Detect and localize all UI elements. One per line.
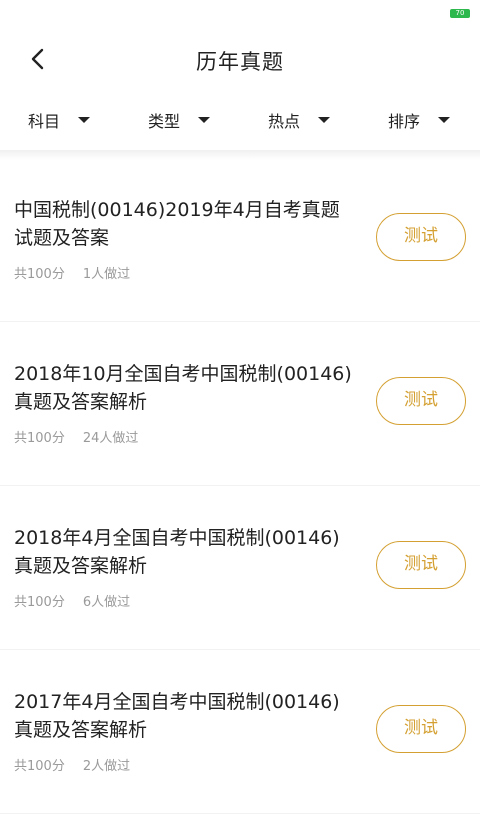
- filter-type[interactable]: 类型: [148, 108, 211, 132]
- test-button[interactable]: 测试: [376, 213, 466, 261]
- caret-down-icon: [438, 117, 451, 123]
- filter-hot[interactable]: 热点: [268, 108, 331, 132]
- caret-down-icon: [318, 117, 331, 123]
- caret-down-icon: [78, 117, 91, 123]
- item-score: 共100分: [14, 759, 65, 774]
- item-count: 24人做过: [82, 431, 139, 446]
- filter-sort-label: 排序: [388, 112, 421, 131]
- filter-subject[interactable]: 科目: [28, 108, 91, 132]
- header: 历年真题: [0, 24, 480, 94]
- item-count: 1人做过: [82, 267, 131, 282]
- filter-type-label: 类型: [148, 112, 181, 131]
- status-bar: 70: [0, 0, 480, 24]
- list-item[interactable]: 2018年10月全国自考中国税制(00146)真题及答案解析 共100分 24人做…: [0, 322, 480, 486]
- battery-icon: 70: [450, 9, 470, 18]
- page-title: 历年真题: [196, 50, 284, 74]
- item-score: 共100分: [14, 267, 65, 282]
- list-item[interactable]: 2017年4月全国自考中国税制(00146)真题及答案解析 共100分 2人做过 …: [0, 650, 480, 814]
- item-meta: 共100分 6人做过: [14, 591, 130, 610]
- filter-sort[interactable]: 排序: [388, 108, 451, 132]
- item-meta: 共100分 1人做过: [14, 263, 130, 282]
- item-title: 中国税制(00146)2019年4月自考真题试题及答案: [14, 199, 340, 249]
- list-item[interactable]: 中国税制(00146)2019年4月自考真题试题及答案 共100分 1人做过 测试: [0, 158, 480, 322]
- filter-hot-label: 热点: [268, 112, 301, 131]
- item-score: 共100分: [14, 595, 65, 610]
- test-button[interactable]: 测试: [376, 377, 466, 425]
- item-title: 2017年4月全国自考中国税制(00146)真题及答案解析: [14, 691, 340, 741]
- test-button[interactable]: 测试: [376, 541, 466, 589]
- item-count: 6人做过: [82, 595, 131, 610]
- caret-down-icon: [198, 117, 211, 123]
- item-title: 2018年10月全国自考中国税制(00146)真题及答案解析: [14, 363, 352, 413]
- item-title: 2018年4月全国自考中国税制(00146)真题及答案解析: [14, 527, 340, 577]
- item-meta: 共100分 2人做过: [14, 755, 130, 774]
- list-item[interactable]: 2018年4月全国自考中国税制(00146)真题及答案解析 共100分 6人做过 …: [0, 486, 480, 650]
- filter-subject-label: 科目: [28, 112, 61, 131]
- filter-bar: 科目 类型 热点 排序: [0, 94, 480, 146]
- item-count: 2人做过: [82, 759, 131, 774]
- test-button[interactable]: 测试: [376, 705, 466, 753]
- item-score: 共100分: [14, 431, 65, 446]
- item-meta: 共100分 24人做过: [14, 427, 138, 446]
- exam-list: 中国税制(00146)2019年4月自考真题试题及答案 共100分 1人做过 测试…: [0, 158, 480, 814]
